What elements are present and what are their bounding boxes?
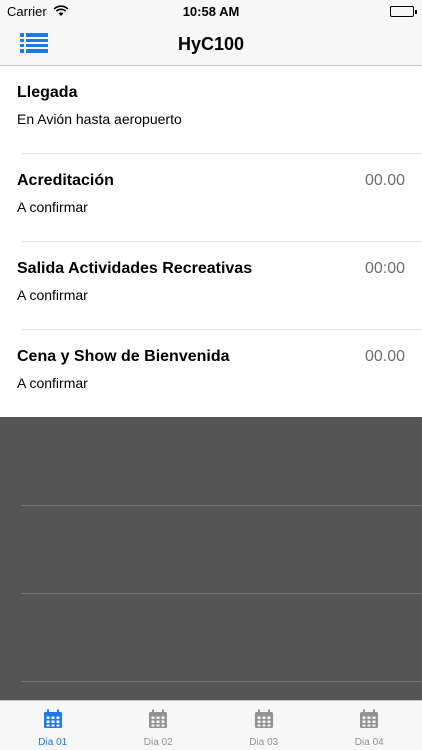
tab-bar: Dia 01 Dia 02 Dia 03 Dia 04 [0, 700, 422, 750]
empty-row-divider [21, 681, 422, 682]
event-time: 00.00 [364, 172, 405, 189]
calendar-icon [148, 709, 168, 729]
tab-label: Dia 02 [143, 737, 173, 748]
event-subtitle: A confirmar [17, 199, 88, 215]
event-subtitle: A confirmar [17, 375, 88, 391]
event-title: Cena y Show de Bienvenida [17, 348, 230, 365]
tab-label: Dia 03 [249, 737, 279, 748]
empty-row-divider [21, 593, 422, 594]
navigation-bar: HyC100 [0, 22, 422, 66]
calendar-icon [43, 709, 63, 729]
event-title: Llegada [17, 84, 78, 101]
event-subtitle: En Avión hasta aeropuerto [17, 111, 182, 127]
tab-label: Dia 04 [354, 737, 384, 748]
tab-dia-04[interactable]: Dia 04 [317, 701, 422, 750]
tab-dia-01[interactable]: Dia 01 [0, 701, 106, 750]
status-bar: Carrier 10:58 AM [0, 0, 422, 22]
event-row-cena[interactable]: Cena y Show de Bienvenida 00.00 A confir… [0, 330, 422, 418]
event-row-salida[interactable]: Salida Actividades Recreativas 00:00 A c… [0, 242, 422, 330]
empty-list-area [0, 417, 422, 700]
tab-dia-02[interactable]: Dia 02 [106, 701, 212, 750]
page-title: HyC100 [177, 34, 245, 54]
event-row-acreditacion[interactable]: Acreditación 00.00 A confirmar [0, 154, 422, 242]
tab-dia-03[interactable]: Dia 03 [211, 701, 317, 750]
event-subtitle: A confirmar [17, 287, 88, 303]
event-time: 00.00 [364, 348, 405, 365]
event-title: Acreditación [17, 172, 114, 189]
calendar-icon [359, 709, 379, 729]
status-time: 10:58 AM [182, 4, 240, 19]
event-row-llegada[interactable]: Llegada En Avión hasta aeropuerto [0, 66, 422, 154]
empty-row-divider [21, 505, 422, 506]
calendar-icon [254, 709, 274, 729]
event-title: Salida Actividades Recreativas [17, 260, 253, 277]
tab-label: Dia 01 [38, 737, 68, 748]
event-list: Llegada En Avión hasta aeropuerto Acredi… [0, 66, 422, 418]
battery-icon [390, 6, 417, 17]
event-time: 00:00 [364, 260, 405, 277]
